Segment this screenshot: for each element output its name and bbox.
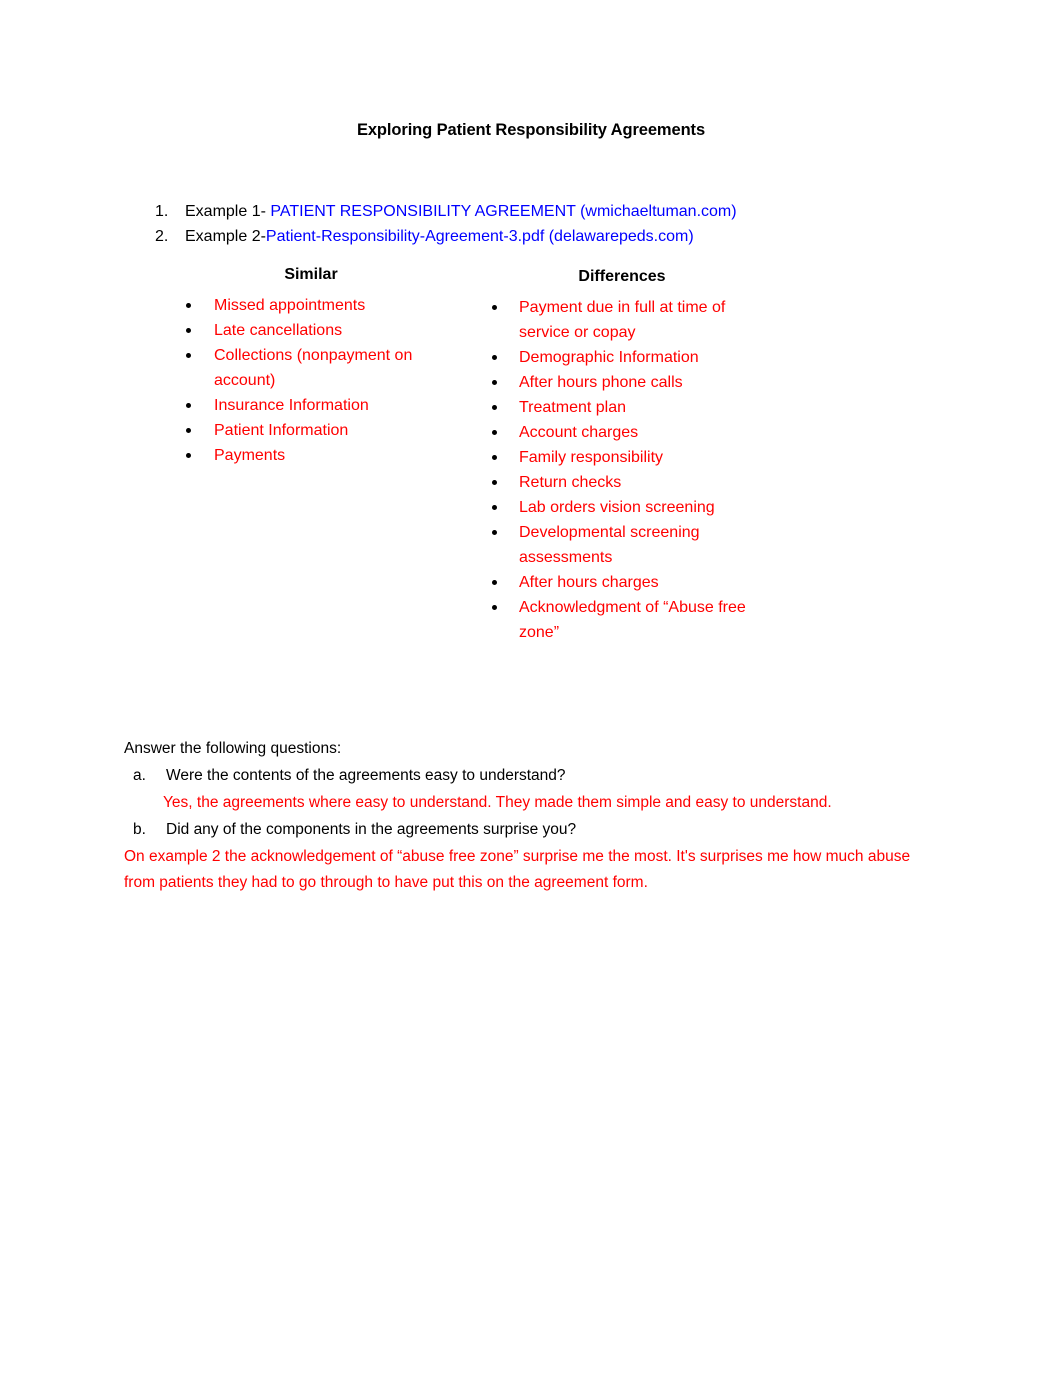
list-item: After hours charges — [482, 570, 772, 595]
list-item: Family responsibility — [482, 445, 772, 470]
answer-b: On example 2 the acknowledgement of “abu… — [124, 848, 911, 891]
list-marker: a. — [133, 767, 146, 784]
differences-heading: Differences — [578, 268, 666, 285]
questions-section: Answer the following questions: a. Were t… — [124, 735, 954, 896]
list-item: Return checks — [482, 470, 772, 495]
list-item: After hours phone calls — [482, 370, 772, 395]
list-item: Payment due in full at time of service o… — [482, 295, 772, 345]
questions-intro: Answer the following questions: — [124, 740, 342, 757]
list-item: Collections (nonpayment on account) — [175, 343, 465, 393]
page-title: Exploring Patient Responsibility Agreeme… — [356, 121, 706, 139]
list-item: Acknowledgment of “Abuse free zone” — [482, 595, 772, 645]
list-item: Payments — [175, 443, 465, 468]
list-item: Account charges — [482, 420, 772, 445]
list-item: 2. Example 2-Patient-Responsibility-Agree… — [155, 224, 955, 249]
document-page: Exploring Patient Responsibility Agreeme… — [0, 0, 1062, 1377]
similar-column: Similar Missed appointments Late cancell… — [175, 266, 465, 468]
list-item: Missed appointments — [175, 293, 465, 318]
similar-list: Missed appointments Late cancellations C… — [175, 293, 465, 468]
list-marker: 2. — [155, 228, 169, 245]
list-item: Late cancellations — [175, 318, 465, 343]
list-marker: 1. — [155, 203, 169, 220]
question-text: Were the contents of the agreements easy… — [166, 767, 566, 784]
list-item: Developmental screening assessments — [482, 520, 772, 570]
list-item: Insurance Information — [175, 393, 465, 418]
similar-heading: Similar — [284, 266, 338, 283]
differences-column: Differences Payment due in full at time … — [482, 268, 772, 645]
list-item: 1. Example 1- PATIENT RESPONSIBILITY AGRE… — [155, 199, 955, 224]
question-text: Did any of the components in the agreeme… — [166, 821, 577, 838]
example-link-2[interactable]: Patient-Responsibility-Agreement-3.pdf (… — [266, 228, 694, 245]
example-label: Example 1- — [185, 203, 271, 220]
list-item: Demographic Information — [482, 345, 772, 370]
comparison-columns: Similar Missed appointments Late cancell… — [0, 266, 1062, 686]
list-item: Lab orders vision screening — [482, 495, 772, 520]
list-marker: b. — [133, 821, 146, 838]
examples-list: 1. Example 1- PATIENT RESPONSIBILITY AGRE… — [155, 199, 955, 249]
example-link-1[interactable]: PATIENT RESPONSIBILITY AGREEMENT (wmicha… — [270, 203, 736, 220]
list-item: Treatment plan — [482, 395, 772, 420]
question-b: b. Did any of the components in the agree… — [124, 816, 954, 843]
differences-list: Payment due in full at time of service o… — [482, 295, 772, 645]
question-a: a. Were the contents of the agreements ea… — [124, 762, 954, 789]
list-item: Patient Information — [175, 418, 465, 443]
answer-a: Yes, the agreements where easy to unders… — [163, 794, 832, 811]
example-label: Example 2- — [185, 228, 266, 245]
